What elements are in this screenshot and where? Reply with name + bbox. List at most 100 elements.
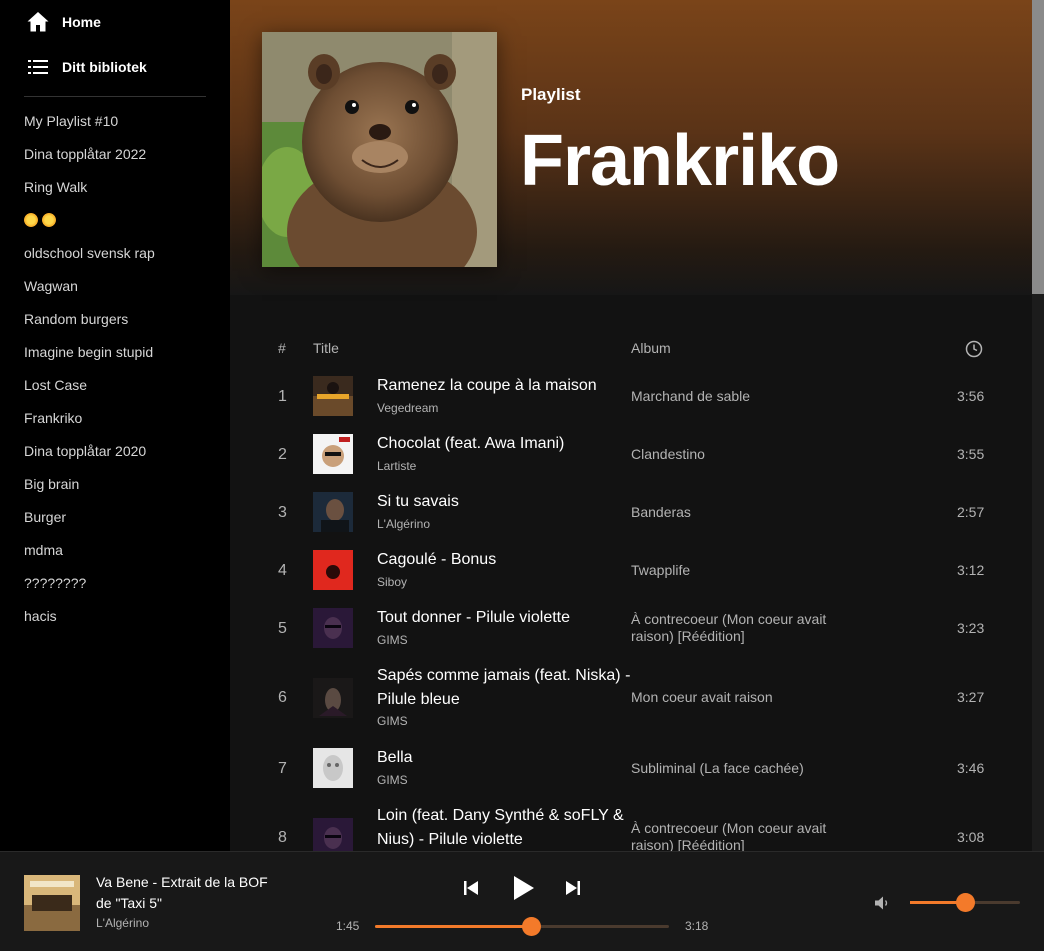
- track-number: 5: [278, 620, 287, 637]
- track-album[interactable]: Mon coeur avait raison: [631, 689, 831, 706]
- track-artist[interactable]: GIMS: [377, 773, 408, 787]
- nav-library[interactable]: Ditt bibliotek: [26, 55, 147, 79]
- track-album-art: [313, 376, 353, 416]
- track-duration: 3:12: [957, 562, 985, 578]
- library-label: Ditt bibliotek: [62, 59, 147, 75]
- total-time: 3:18: [685, 919, 709, 933]
- volume-handle[interactable]: [956, 893, 975, 912]
- track-artist[interactable]: GIMS: [377, 633, 408, 647]
- column-header-album[interactable]: Album: [631, 340, 671, 356]
- track-album-art: [313, 818, 353, 851]
- volume-slider[interactable]: [910, 893, 1020, 912]
- track-album[interactable]: Banderas: [631, 504, 831, 521]
- playlist-item[interactable]: My Playlist #10: [24, 110, 155, 143]
- player-bar: Va Bene - Extrait de la BOF de "Taxi 5" …: [0, 851, 1044, 951]
- track-duration: 3:08: [957, 829, 985, 845]
- progress-slider[interactable]: [375, 917, 669, 936]
- nav-home[interactable]: Home: [26, 10, 101, 34]
- sidebar: Home Ditt bibliotek My Playlist #10 Dina…: [0, 0, 230, 851]
- playlist-type-label: Playlist: [521, 85, 581, 104]
- home-icon: [26, 10, 50, 34]
- track-duration: 3:56: [957, 388, 985, 404]
- playlist-item[interactable]: Dina topplåtar 2022: [24, 143, 155, 176]
- track-album-art: [313, 434, 353, 474]
- track-album-art: [313, 748, 353, 788]
- playlist-item[interactable]: Frankriko: [24, 407, 155, 440]
- playlist-item[interactable]: Wagwan: [24, 275, 155, 308]
- track-number: 8: [278, 829, 287, 846]
- track-artist[interactable]: L'Algérino: [377, 517, 430, 531]
- clock-icon[interactable]: [965, 340, 983, 363]
- track-title[interactable]: Cagoulé - Bonus: [377, 548, 632, 572]
- play-icon[interactable]: [510, 874, 536, 907]
- playlist-item[interactable]: Burger: [24, 506, 155, 539]
- track-duration: 3:23: [957, 620, 985, 636]
- playlist-item[interactable]: oldschool svensk rap: [24, 242, 155, 275]
- library-list-icon: [26, 55, 50, 79]
- track-title[interactable]: Loin (feat. Dany Synthé & soFLY & Nius) …: [377, 804, 632, 851]
- track-album[interactable]: Twapplife: [631, 562, 831, 579]
- playlist-cover-image: [262, 32, 497, 267]
- home-label: Home: [62, 14, 101, 30]
- track-album[interactable]: Clandestino: [631, 446, 831, 463]
- track-number: 4: [278, 562, 287, 579]
- track-album-art: [313, 678, 353, 718]
- track-artist[interactable]: Lartiste: [377, 459, 416, 473]
- sun-icon: [42, 213, 56, 227]
- playlist-item[interactable]: mdma: [24, 539, 155, 572]
- playlist-item[interactable]: Imagine begin stupid: [24, 341, 155, 374]
- playlist-title: Frankriko: [520, 121, 840, 201]
- track-title[interactable]: Ramenez la coupe à la maison: [377, 374, 632, 398]
- playlist-item[interactable]: Ring Walk: [24, 176, 155, 209]
- sun-icon: [24, 213, 38, 227]
- track-duration: 2:57: [957, 504, 985, 520]
- now-playing-album-art[interactable]: [24, 875, 80, 931]
- track-album[interactable]: Subliminal (La face cachée): [631, 760, 831, 777]
- track-album-art: [313, 492, 353, 532]
- track-duration: 3:55: [957, 446, 985, 462]
- progress-fill: [375, 925, 531, 928]
- main-content: Playlist Frankriko # Title Album 1 Ramen…: [230, 0, 1044, 851]
- playlist-item-suns[interactable]: [24, 209, 155, 242]
- track-number: 1: [278, 388, 287, 405]
- scrollbar-thumb[interactable]: [1032, 0, 1044, 294]
- track-album[interactable]: À contrecoeur (Mon coeur avait raison) […: [631, 820, 831, 851]
- playlist-item[interactable]: ????????: [24, 572, 155, 605]
- volume-icon[interactable]: [873, 894, 891, 917]
- track-duration: 3:46: [957, 760, 985, 776]
- playlist-item[interactable]: Dina topplåtar 2020: [24, 440, 155, 473]
- track-title[interactable]: Chocolat (feat. Awa Imani): [377, 432, 632, 456]
- track-album[interactable]: Marchand de sable: [631, 388, 831, 405]
- previous-icon[interactable]: [462, 879, 480, 902]
- now-playing-title[interactable]: Va Bene - Extrait de la BOF de "Taxi 5": [96, 872, 276, 914]
- track-album[interactable]: À contrecoeur (Mon coeur avait raison) […: [631, 611, 831, 645]
- scrollbar[interactable]: [1032, 0, 1044, 851]
- track-title[interactable]: Si tu savais: [377, 490, 632, 514]
- column-header-num: #: [278, 340, 286, 356]
- track-album-art: [313, 550, 353, 590]
- track-duration: 3:27: [957, 689, 985, 705]
- track-album-art: [313, 608, 353, 648]
- sidebar-divider: [24, 96, 206, 97]
- track-artist[interactable]: GIMS: [377, 714, 408, 728]
- track-title[interactable]: Bella: [377, 746, 632, 770]
- playlist-item[interactable]: Lost Case: [24, 374, 155, 407]
- track-number: 3: [278, 504, 287, 521]
- playlist-item[interactable]: hacis: [24, 605, 155, 638]
- next-icon[interactable]: [564, 879, 582, 902]
- column-header-title[interactable]: Title: [313, 340, 339, 356]
- playlist-item[interactable]: Big brain: [24, 473, 155, 506]
- track-number: 2: [278, 446, 287, 463]
- playlist-header: Playlist Frankriko: [230, 0, 1032, 295]
- track-artist[interactable]: Siboy: [377, 575, 407, 589]
- now-playing-artist[interactable]: L'Algérino: [96, 916, 149, 930]
- track-number: 6: [278, 689, 287, 706]
- playlist-list: My Playlist #10 Dina topplåtar 2022 Ring…: [24, 110, 155, 638]
- playlist-item[interactable]: Random burgers: [24, 308, 155, 341]
- track-title[interactable]: Sapés comme jamais (feat. Niska) - Pilul…: [377, 664, 632, 712]
- track-title[interactable]: Tout donner - Pilule violette: [377, 606, 632, 630]
- elapsed-time: 1:45: [336, 919, 360, 933]
- track-artist[interactable]: Vegedream: [377, 401, 438, 415]
- progress-handle[interactable]: [521, 917, 541, 936]
- track-number: 7: [278, 760, 287, 777]
